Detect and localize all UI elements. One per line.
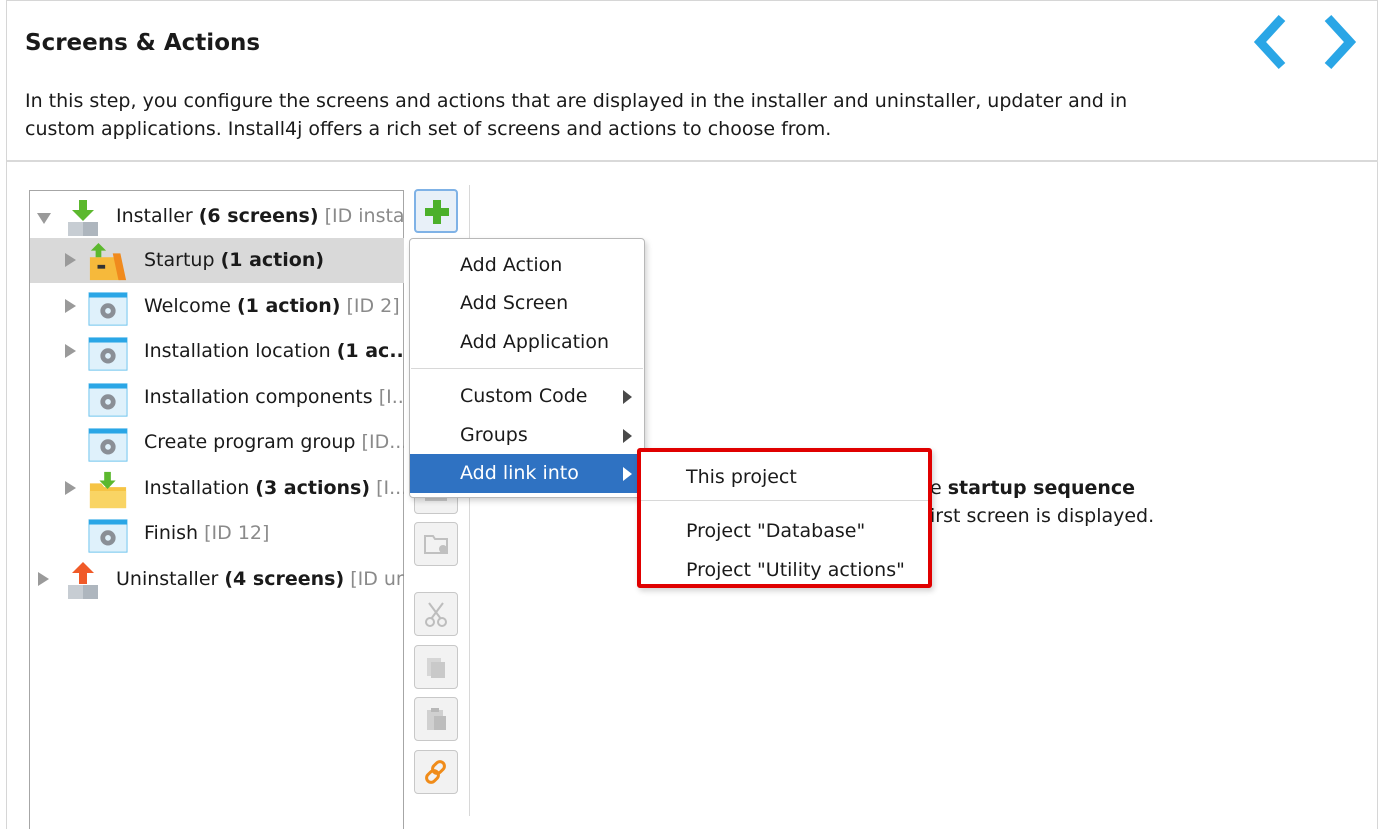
tree-node-installation-location[interactable]: Installation location (1 ac... xyxy=(30,329,404,374)
cut-button[interactable] xyxy=(414,592,458,636)
tree-node-label: Installation location (1 ac... xyxy=(144,340,404,362)
tree-node-label: Create program group [ID... xyxy=(144,431,404,453)
screens-actions-tree[interactable]: Installer (6 screens) [ID instal... Star… xyxy=(29,190,404,829)
menu-item-groups[interactable]: Groups xyxy=(410,416,644,455)
menu-item-label: Custom Code xyxy=(460,385,588,407)
link-button[interactable] xyxy=(414,750,458,794)
tree-node-label: Uninstaller (4 screens) [ID un... xyxy=(116,568,404,590)
menu-item-label: Add link into xyxy=(460,462,579,484)
startup-folder-icon xyxy=(89,242,127,281)
menu-item-custom-code[interactable]: Custom Code xyxy=(410,377,644,416)
tree-node-installation-components[interactable]: Installation components [I... xyxy=(30,375,404,420)
submenu-arrow-icon xyxy=(623,467,632,481)
chevron-left-icon xyxy=(1253,14,1286,70)
installer-download-icon xyxy=(68,200,98,236)
paste-button[interactable] xyxy=(414,697,458,741)
submenu-item-this-project[interactable]: This project xyxy=(641,458,928,497)
expand-arrow-icon[interactable] xyxy=(65,481,76,495)
menu-item-add-screen[interactable]: Add Screen xyxy=(410,284,644,323)
page-header: Screens & Actions In this step, you conf… xyxy=(0,0,1379,160)
tree-node-label: Startup (1 action) xyxy=(144,249,325,271)
installation-folder-icon xyxy=(89,471,127,509)
copy-icon xyxy=(427,658,445,678)
info-text: e startup sequence irst screen is displa… xyxy=(930,477,1155,527)
folder-icon xyxy=(424,535,448,554)
submenu-item-project-utility-actions[interactable]: Project "Utility actions" xyxy=(641,551,928,590)
screen-gear-icon xyxy=(88,292,128,326)
paste-icon xyxy=(427,708,446,730)
copy-button[interactable] xyxy=(414,645,458,689)
tree-node-label: Finish [ID 12] xyxy=(144,522,270,544)
menu-item-add-action[interactable]: Add Action xyxy=(410,246,644,285)
tree-node-installation[interactable]: Installation (3 actions) [I... xyxy=(30,466,404,511)
chevron-right-icon xyxy=(1324,14,1357,70)
tree-node-installer[interactable]: Installer (6 screens) [ID instal... xyxy=(30,194,404,239)
screen-gear-icon xyxy=(88,383,128,417)
add-context-menu: Add Action Add Screen Add Application Cu… xyxy=(409,238,645,498)
header-divider xyxy=(7,160,1378,162)
submenu-separator xyxy=(641,500,928,501)
back-button[interactable] xyxy=(1250,14,1290,70)
folder-button[interactable] xyxy=(414,522,458,566)
menu-item-label: Groups xyxy=(460,424,528,446)
forward-button[interactable] xyxy=(1320,14,1360,70)
tree-node-label: Installation components [I... xyxy=(144,386,404,408)
screen-gear-icon xyxy=(88,519,128,553)
submenu-arrow-icon xyxy=(623,429,632,443)
expand-arrow-icon[interactable] xyxy=(65,344,76,358)
tree-node-create-program-group[interactable]: Create program group [ID... xyxy=(30,420,404,465)
expand-arrow-icon[interactable] xyxy=(38,572,49,586)
tree-node-uninstaller[interactable]: Uninstaller (4 screens) [ID un... xyxy=(30,557,404,602)
menu-item-add-link-into[interactable]: Add link into xyxy=(410,454,644,493)
screen-gear-icon xyxy=(88,337,128,371)
plus-icon xyxy=(425,200,449,224)
tree-node-startup[interactable]: Startup (1 action) xyxy=(30,238,404,283)
cut-icon xyxy=(425,602,447,627)
page-title: Screens & Actions xyxy=(25,30,261,56)
tree-node-finish[interactable]: Finish [ID 12] xyxy=(30,511,404,556)
add-button[interactable] xyxy=(414,189,458,233)
add-link-submenu: This project Project "Database" Project … xyxy=(637,448,932,588)
expand-arrow-icon[interactable] xyxy=(65,299,76,313)
link-icon xyxy=(425,760,446,784)
page-description: In this step, you configure the screens … xyxy=(25,90,1128,140)
screen-gear-icon xyxy=(88,428,128,462)
uninstaller-upload-icon xyxy=(68,562,98,599)
tree-node-welcome[interactable]: Welcome (1 action) [ID 2] xyxy=(30,284,404,329)
tree-node-label: Installation (3 actions) [I... xyxy=(144,477,404,499)
menu-separator xyxy=(411,368,643,369)
menu-item-add-application[interactable]: Add Application xyxy=(410,323,644,362)
collapse-arrow-icon[interactable] xyxy=(37,213,51,224)
tree-node-label: Installer (6 screens) [ID instal... xyxy=(116,205,404,227)
submenu-arrow-icon xyxy=(623,390,632,404)
expand-arrow-icon[interactable] xyxy=(65,253,76,267)
tree-node-label: Welcome (1 action) [ID 2] xyxy=(144,295,400,317)
submenu-item-project-database[interactable]: Project "Database" xyxy=(641,512,928,551)
